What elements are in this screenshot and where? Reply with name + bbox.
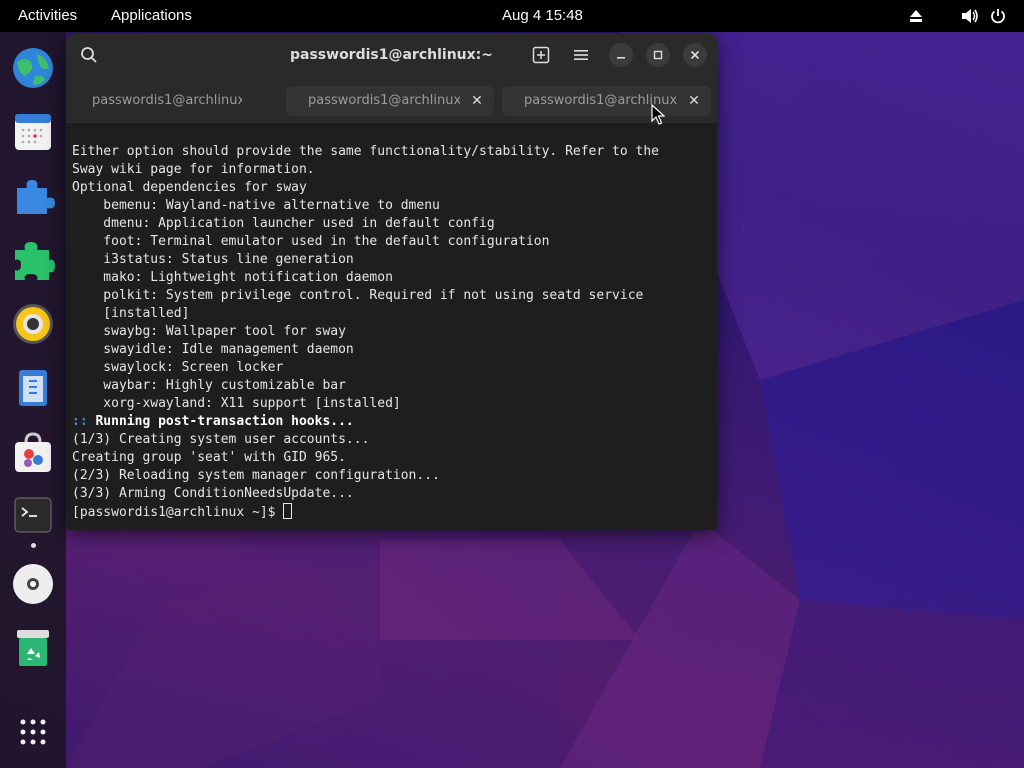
- text-editor-icon[interactable]: [11, 366, 55, 410]
- tab-3[interactable]: passwordis1@archlinux:~ ✕: [502, 86, 711, 116]
- terminal-hook-line: :: Running post-transaction hooks...: [72, 413, 659, 431]
- terminal-output[interactable]: Either option should provide the same fu…: [66, 123, 717, 530]
- terminal-line: [installed]: [72, 306, 190, 321]
- terminal-line: swaybg: Wallpaper tool for sway: [72, 324, 346, 339]
- tab-bar: passwordis1@archlinux:~ passwordis1@arch…: [66, 77, 717, 123]
- terminal-line: Either option should provide the same fu…: [72, 144, 659, 159]
- mouse-pointer-icon: [651, 104, 665, 125]
- disc-icon[interactable]: [11, 562, 55, 606]
- tab-label: passwordis1@archlinux:~: [92, 93, 242, 108]
- music-player-icon[interactable]: [11, 302, 55, 346]
- terminal-line: (1/3) Creating system user accounts...: [72, 432, 370, 447]
- software-store-icon[interactable]: [11, 430, 55, 474]
- tab-1[interactable]: passwordis1@archlinux:~: [70, 86, 276, 116]
- hook-prefix: ::: [72, 414, 88, 429]
- terminal-line: foot: Terminal emulator used in the defa…: [72, 234, 550, 249]
- terminal-line: mako: Lightweight notification daemon: [72, 270, 393, 285]
- terminal-line: Creating group 'seat' with GID 965.: [72, 450, 346, 465]
- activities-button[interactable]: Activities: [18, 0, 77, 32]
- terminal-icon[interactable]: [11, 494, 55, 538]
- new-tab-icon[interactable]: [528, 42, 554, 68]
- extension-manager-icon[interactable]: [11, 238, 55, 282]
- network-icon[interactable]: [906, 0, 926, 32]
- terminal-prompt-line[interactable]: [passwordis1@archlinux ~]$: [72, 503, 659, 521]
- running-indicator: [31, 543, 36, 548]
- terminal-line: waybar: Highly customizable bar: [72, 378, 346, 393]
- shell-prompt: [passwordis1@archlinux ~]$: [72, 505, 284, 520]
- hamburger-menu-icon[interactable]: [568, 42, 594, 68]
- terminal-line: i3status: Status line generation: [72, 252, 354, 267]
- terminal-line: Sway wiki page for information.: [72, 162, 315, 177]
- terminal-window: passwordis1@archlinux:~ passwordis1@arch…: [66, 33, 717, 530]
- tab-close-icon[interactable]: ✕: [468, 86, 486, 116]
- applications-menu[interactable]: Applications: [111, 0, 192, 32]
- trash-icon[interactable]: [11, 626, 55, 670]
- terminal-line: (2/3) Reloading system manager configura…: [72, 468, 440, 483]
- volume-icon[interactable]: [960, 0, 980, 32]
- power-icon[interactable]: [988, 0, 1008, 32]
- close-icon[interactable]: [683, 43, 707, 67]
- extensions-puzzle-icon[interactable]: [11, 174, 55, 218]
- tab-close-icon[interactable]: ✕: [685, 86, 703, 116]
- maximize-icon[interactable]: [646, 43, 670, 67]
- text-cursor: [283, 503, 293, 519]
- tab-label: passwordis1@archlinux:~: [308, 93, 460, 108]
- terminal-line: swaylock: Screen locker: [72, 360, 284, 375]
- browser-globe-icon[interactable]: [11, 46, 55, 90]
- minimize-icon[interactable]: [609, 43, 633, 67]
- terminal-line: Optional dependencies for sway: [72, 180, 307, 195]
- show-apps-grid-icon[interactable]: [11, 710, 55, 754]
- tab-2[interactable]: passwordis1@archlinux:~ ✕: [286, 86, 494, 116]
- calendar-icon[interactable]: [11, 110, 55, 154]
- terminal-line: polkit: System privilege control. Requir…: [72, 288, 644, 303]
- terminal-line: swayidle: Idle management daemon: [72, 342, 354, 357]
- top-bar: Activities Applications Aug 4 15:48: [0, 0, 1024, 32]
- terminal-line: dmenu: Application launcher used in defa…: [72, 216, 495, 231]
- clock[interactable]: Aug 4 15:48: [502, 0, 583, 32]
- terminal-line: bemenu: Wayland-native alternative to dm…: [72, 198, 440, 213]
- window-headerbar[interactable]: passwordis1@archlinux:~: [66, 33, 717, 77]
- hook-text: Running post-transaction hooks...: [87, 414, 354, 429]
- terminal-line: (3/3) Arming ConditionNeedsUpdate...: [72, 486, 354, 501]
- dock: [0, 32, 66, 768]
- terminal-line: xorg-xwayland: X11 support [installed]: [72, 396, 401, 411]
